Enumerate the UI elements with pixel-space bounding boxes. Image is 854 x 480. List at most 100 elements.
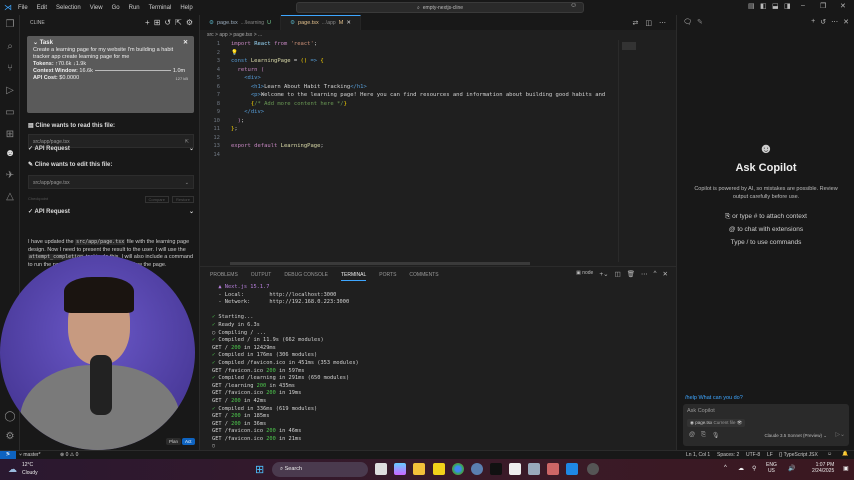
toggle-sidebar-icon[interactable]: ◧ [760, 2, 767, 10]
history-icon[interactable]: ↺ [820, 18, 826, 26]
panel-tab-output[interactable]: OUTPUT [251, 272, 272, 281]
edit-file-path[interactable]: src/app/page.tsx ⌄ [28, 175, 194, 189]
new-chat-icon[interactable]: + [811, 18, 815, 26]
chrome-icon[interactable] [452, 463, 464, 475]
app-icon[interactable] [490, 463, 502, 475]
history-icon[interactable]: ↺ [164, 18, 171, 27]
copilot-status-icon[interactable]: ☺ [827, 451, 832, 457]
toggle-secondary-sidebar-icon[interactable]: ◨ [784, 2, 791, 10]
weather-icon[interactable]: ☁ [8, 464, 17, 475]
popout-icon[interactable]: ⇱ [175, 18, 182, 27]
branch-status[interactable]: ⑂ master* [19, 452, 41, 458]
taskbar-search[interactable]: ⌕ Search [272, 462, 368, 477]
menu-selection[interactable]: Selection [56, 5, 81, 11]
plan-act-toggle[interactable]: Plan Act [166, 438, 195, 445]
api-request-label[interactable]: API Request [34, 209, 69, 215]
breadcrumb[interactable]: src > app > page.tsx > ... [207, 32, 262, 38]
encoding[interactable]: UTF-8 [746, 452, 760, 458]
microphone-icon[interactable]: 🎙 [712, 432, 720, 439]
extensions-icon[interactable]: ⊞ [4, 129, 16, 141]
settings-icon[interactable]: ⚙ [186, 18, 193, 27]
mcp-icon[interactable]: ⊞ [154, 18, 161, 27]
account-icon[interactable]: ◯ [4, 411, 16, 423]
remote-icon[interactable]: ≶ [0, 451, 16, 459]
menu-go[interactable]: Go [112, 5, 120, 11]
layout-icon[interactable]: ▤ [748, 2, 755, 10]
settings-app-icon[interactable] [471, 463, 483, 475]
network-icon[interactable]: ⚲ [752, 465, 756, 472]
chevron-down-icon[interactable]: ⌄ [33, 40, 40, 46]
api-request-label[interactable]: API Request [34, 146, 69, 152]
more-actions-icon[interactable]: ⋯ [659, 19, 666, 27]
source-control-icon[interactable]: ⑂ [4, 63, 16, 75]
edits-tab-icon[interactable]: ✎ [697, 18, 703, 26]
panel-tab-problems[interactable]: PROBLEMS [210, 272, 238, 281]
windows-start-icon[interactable]: ⊞ [255, 463, 264, 476]
obs-icon[interactable] [587, 463, 599, 475]
settings-gear-icon[interactable]: ⚙ [4, 431, 16, 443]
attach-icon[interactable]: ⎘ [701, 432, 706, 439]
photoshop-icon[interactable] [528, 463, 540, 475]
panel-tab-terminal[interactable]: TERMINAL [340, 272, 367, 281]
command-center-search[interactable]: ⌕ empty-nextjs-cline [296, 2, 584, 13]
close-task-icon[interactable]: ✕ [183, 40, 188, 47]
at-icon[interactable]: @ [689, 432, 695, 439]
file-explorer-icon[interactable] [413, 463, 425, 475]
copilot-app-icon[interactable] [394, 463, 406, 475]
trash-icon[interactable]: 🗑 [627, 270, 635, 278]
run-debug-icon[interactable]: ▷ [4, 85, 16, 97]
toggle-panel-icon[interactable]: ⬓ [772, 2, 779, 10]
horizontal-scrollbar[interactable] [230, 262, 530, 265]
send-icon[interactable]: ▷⌄ [835, 431, 845, 438]
menu-file[interactable]: File [18, 5, 28, 11]
new-task-icon[interactable]: + [145, 18, 150, 27]
more-icon[interactable]: ⋯ [641, 270, 648, 278]
chevron-down-icon[interactable]: ⌄ [185, 180, 189, 186]
notification-center-icon[interactable]: ▣ [843, 465, 849, 472]
sticky-notes-icon[interactable] [433, 463, 445, 475]
context-file-chip[interactable]: ◉ page.tsx Current file 👁 [687, 419, 746, 427]
chat-tab-icon[interactable]: 🗨 [683, 18, 692, 26]
cline-icon[interactable]: ☻ [4, 148, 16, 160]
menu-edit[interactable]: Edit [37, 5, 47, 11]
search-icon[interactable]: ⌕ [4, 41, 16, 53]
notifications-icon[interactable]: 🔔 [842, 451, 848, 457]
chevron-down-icon[interactable]: ⌄ [189, 145, 194, 152]
compare-button[interactable]: Compare [144, 196, 169, 203]
menu-terminal[interactable]: Terminal [149, 5, 172, 11]
task-view-icon[interactable] [375, 463, 387, 475]
menu-view[interactable]: View [90, 5, 103, 11]
tab-learning-page[interactable]: ⚙ page.tsx ...\learning U [200, 15, 282, 30]
close-window-button[interactable]: ✕ [840, 2, 846, 10]
compare-changes-icon[interactable]: ⇄ [633, 19, 639, 27]
more-icon[interactable]: ⋯ [831, 18, 838, 26]
minimap[interactable] [618, 40, 676, 262]
capcut-icon[interactable] [509, 463, 521, 475]
model-picker[interactable]: Claude 3.5 Sonnet (Preview) ⌄ [764, 433, 827, 439]
copilot-icon[interactable]: ☺ [570, 2, 577, 9]
triangle-icon[interactable]: △ [4, 191, 16, 203]
chevron-down-icon[interactable]: ⌄ [189, 208, 194, 215]
terminal-shell[interactable]: ▣ node [576, 270, 593, 278]
indentation[interactable]: Spaces: 2 [717, 452, 739, 458]
act-mode-button[interactable]: Act [182, 438, 195, 445]
tray-chevron-icon[interactable]: ^ [724, 465, 727, 471]
vscode-taskbar-icon[interactable] [566, 463, 578, 475]
split-terminal-icon[interactable]: ◫ [615, 270, 621, 278]
close-tab-icon[interactable]: ✕ [346, 20, 351, 26]
copilot-input[interactable]: Ask Copilot ◉ page.tsx Current file 👁 @ ⎘… [683, 404, 849, 446]
panel-tab-debug-console[interactable]: DEBUG CONSOLE [284, 272, 328, 281]
maximize-panel-icon[interactable]: ^ [653, 270, 656, 278]
volume-icon[interactable]: 🔊 [788, 465, 795, 472]
code-editor[interactable]: 1 import React from 'react'; 2 💡 3 const Lear… [200, 40, 620, 159]
close-icon[interactable]: ✕ [843, 18, 849, 26]
rocket-icon[interactable]: ✈ [4, 170, 16, 182]
menu-run[interactable]: Run [129, 5, 140, 11]
line-ending[interactable]: LF [767, 452, 773, 458]
explorer-icon[interactable]: ❐ [4, 19, 16, 31]
remote-explorer-icon[interactable]: ▭ [4, 107, 16, 119]
problems-status[interactable]: ⊗ 0 ⚠ 0 [60, 452, 78, 458]
terminal-output[interactable]: ▲ Next.js 15.1.7 - Local: http://localho… [212, 284, 359, 451]
restore-button[interactable]: Restore [171, 196, 194, 203]
cursor-position[interactable]: Ln 1, Col 1 [686, 452, 710, 458]
